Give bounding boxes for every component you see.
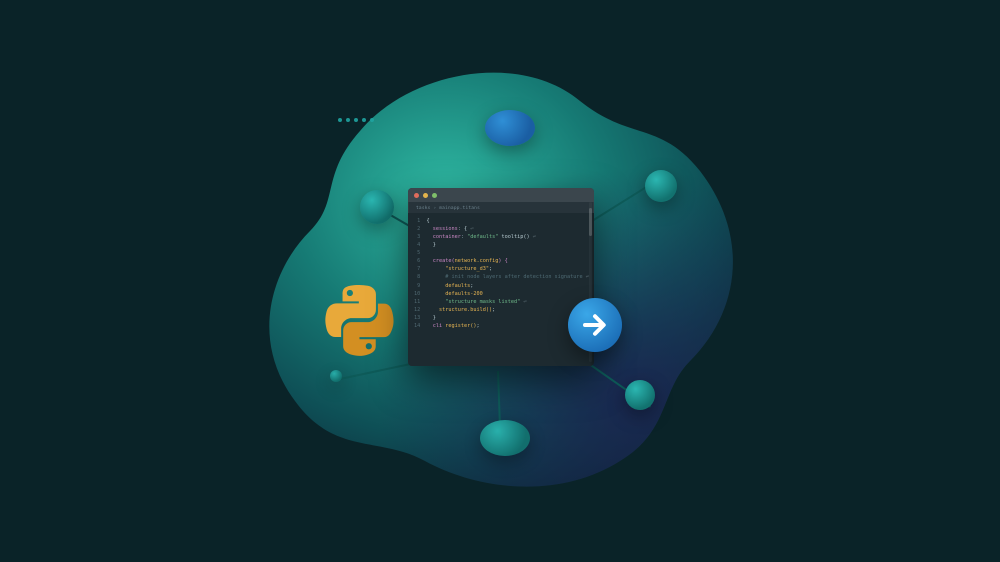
code-line: 4 } [414, 241, 588, 249]
code-line: 12 structure.build(); [414, 306, 588, 314]
network-node [485, 110, 535, 146]
zoom-icon [432, 193, 437, 198]
code-line: 11 "structure masks listed" ⏎ [414, 298, 588, 306]
code-line: 1 { [414, 217, 588, 225]
network-node [330, 370, 342, 382]
code-line: 6 create(network.config) { [414, 257, 588, 265]
minimize-icon [423, 193, 428, 198]
network-node [480, 420, 530, 456]
hero-illustration: tasks › mainapp.titans 1 { 2 sessions: {… [0, 0, 1000, 562]
code-editor-window: tasks › mainapp.titans 1 { 2 sessions: {… [408, 188, 594, 366]
editor-titlebar [408, 188, 594, 202]
editor-body: 1 { 2 sessions: { ⏎ 3 container: "defaul… [408, 213, 594, 366]
code-line: 8 # init node layers after detection sig… [414, 273, 588, 281]
code-line: 3 container: "defaults" tooltip() ⏎ [414, 233, 588, 241]
code-line: 13 } [414, 314, 588, 322]
code-line: 9 defaults; [414, 282, 588, 290]
accent-dots [338, 118, 374, 122]
editor-breadcrumb: tasks › mainapp.titans [408, 202, 594, 213]
network-node [645, 170, 677, 202]
code-line: 2 sessions: { ⏎ [414, 225, 588, 233]
network-node [625, 380, 655, 410]
close-icon [414, 193, 419, 198]
arrow-right-icon [568, 298, 622, 352]
code-line: 5 [414, 249, 588, 257]
python-icon [323, 285, 395, 357]
code-line: 10 defaults-200 [414, 290, 588, 298]
code-line: 7 "structure_d3"; [414, 265, 588, 273]
code-line: 14 cli register(); [414, 322, 588, 330]
network-node [360, 190, 394, 224]
